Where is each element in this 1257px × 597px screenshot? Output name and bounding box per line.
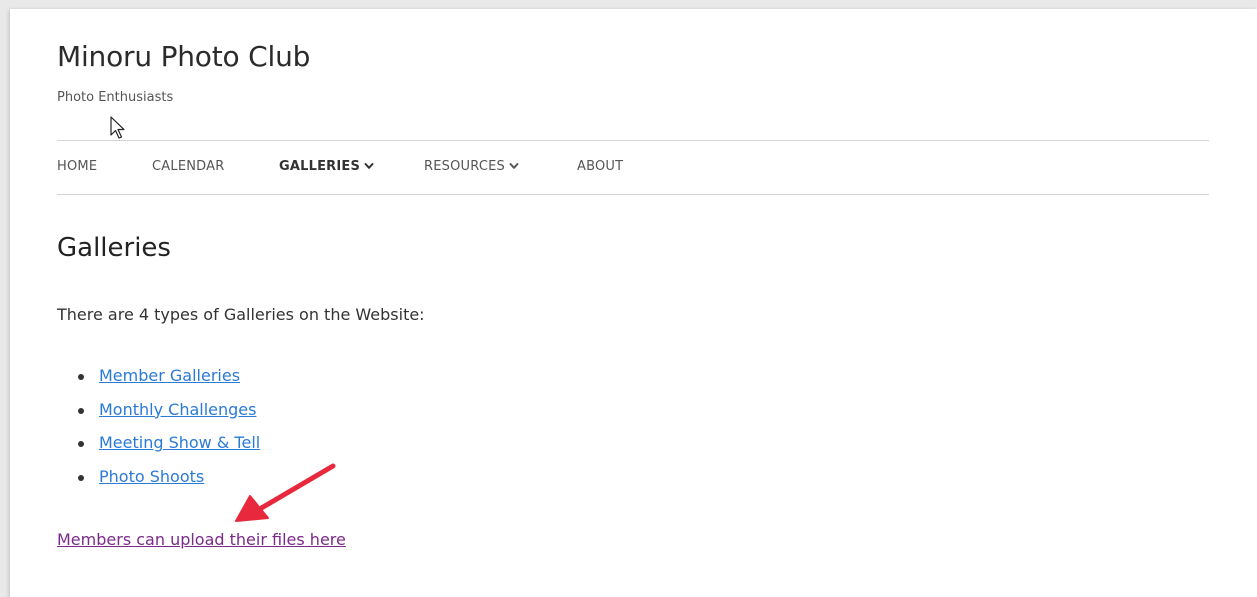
- list-item: Member Galleries: [57, 364, 260, 398]
- nav-top-divider: [57, 140, 1209, 141]
- site-tagline: Photo Enthusiasts: [57, 90, 174, 105]
- site-title[interactable]: Minoru Photo Club: [57, 40, 310, 74]
- nav-item-home[interactable]: HOME: [57, 158, 97, 176]
- nav-item-label: ABOUT: [577, 159, 624, 174]
- bullet-icon: [78, 374, 84, 380]
- link-member-galleries[interactable]: Member Galleries: [99, 366, 240, 385]
- nav-bottom-divider: [57, 194, 1209, 195]
- page-title: Galleries: [57, 233, 171, 263]
- list-item: Monthly Challenges: [57, 398, 260, 432]
- bullet-icon: [78, 441, 84, 447]
- chevron-down-icon: [364, 162, 374, 169]
- link-photo-shoots[interactable]: Photo Shoots: [99, 467, 204, 486]
- link-meeting-show-and-tell[interactable]: Meeting Show & Tell: [99, 433, 260, 452]
- nav-item-label: CALENDAR: [152, 159, 225, 174]
- intro-text: There are 4 types of Galleries on the We…: [57, 305, 425, 324]
- mouse-pointer-icon: [110, 116, 125, 139]
- red-arrow-icon: [235, 463, 336, 522]
- nav-item-resources[interactable]: RESOURCES: [424, 158, 519, 176]
- nav-item-label: HOME: [57, 159, 98, 174]
- nav-item-label: RESOURCES: [424, 159, 505, 174]
- chevron-down-icon: [509, 162, 519, 169]
- link-monthly-challenges[interactable]: Monthly Challenges: [99, 400, 256, 419]
- page-panel: [10, 9, 1257, 597]
- nav-item-galleries[interactable]: GALLERIES: [279, 158, 374, 176]
- upload-files-link[interactable]: Members can upload their files here: [57, 528, 346, 552]
- bullet-icon: [78, 474, 84, 481]
- bullet-icon: [78, 407, 84, 414]
- nav-item-label: GALLERIES: [279, 159, 361, 174]
- nav-item-about[interactable]: ABOUT: [577, 158, 623, 176]
- nav-item-calendar[interactable]: CALENDAR: [152, 158, 224, 176]
